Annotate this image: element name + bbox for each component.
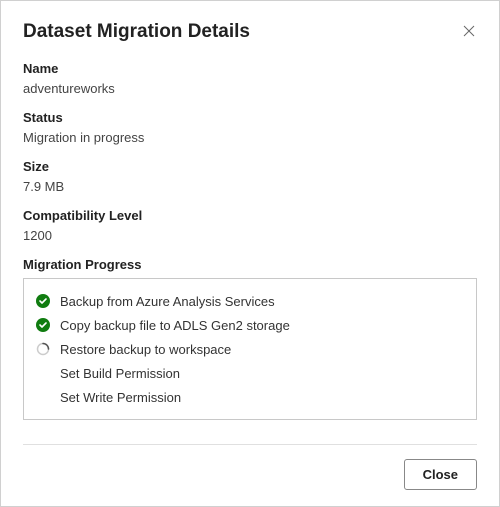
- dialog-header: Dataset Migration Details: [23, 21, 477, 43]
- step-label: Backup from Azure Analysis Services: [60, 294, 275, 309]
- field-label: Size: [23, 159, 477, 174]
- step-label: Copy backup file to ADLS Gen2 storage: [60, 318, 290, 333]
- migration-progress-label: Migration Progress: [23, 257, 477, 272]
- field-name: Name adventureworks: [23, 61, 477, 96]
- field-value: 1200: [23, 228, 477, 243]
- migration-progress-section: Migration Progress Backup from Azure Ana…: [23, 257, 477, 420]
- field-label: Compatibility Level: [23, 208, 477, 223]
- field-value: adventureworks: [23, 81, 477, 96]
- field-status: Status Migration in progress: [23, 110, 477, 145]
- step-label: Restore backup to workspace: [60, 342, 231, 357]
- field-label: Status: [23, 110, 477, 125]
- dataset-migration-dialog: Dataset Migration Details Name adventure…: [0, 0, 500, 507]
- field-size: Size 7.9 MB: [23, 159, 477, 194]
- step-label: Set Build Permission: [60, 366, 180, 381]
- progress-step: Restore backup to workspace: [36, 337, 464, 361]
- progress-step: Copy backup file to ADLS Gen2 storage: [36, 313, 464, 337]
- close-icon[interactable]: [463, 25, 477, 39]
- spinner-icon: [36, 342, 50, 356]
- pending-icon: [36, 366, 50, 380]
- progress-step: Set Build Permission: [36, 361, 464, 385]
- close-button[interactable]: Close: [404, 459, 477, 490]
- dialog-footer: Close: [23, 430, 477, 490]
- field-compatibility-level: Compatibility Level 1200: [23, 208, 477, 243]
- field-value: Migration in progress: [23, 130, 477, 145]
- check-circle-icon: [36, 294, 50, 308]
- field-value: 7.9 MB: [23, 179, 477, 194]
- button-row: Close: [23, 459, 477, 490]
- check-circle-icon: [36, 318, 50, 332]
- dialog-title: Dataset Migration Details: [23, 21, 250, 43]
- pending-icon: [36, 390, 50, 404]
- field-label: Name: [23, 61, 477, 76]
- progress-step: Set Write Permission: [36, 385, 464, 409]
- migration-progress-box: Backup from Azure Analysis Services Copy…: [23, 278, 477, 420]
- divider: [23, 444, 477, 445]
- step-label: Set Write Permission: [60, 390, 181, 405]
- progress-step: Backup from Azure Analysis Services: [36, 289, 464, 313]
